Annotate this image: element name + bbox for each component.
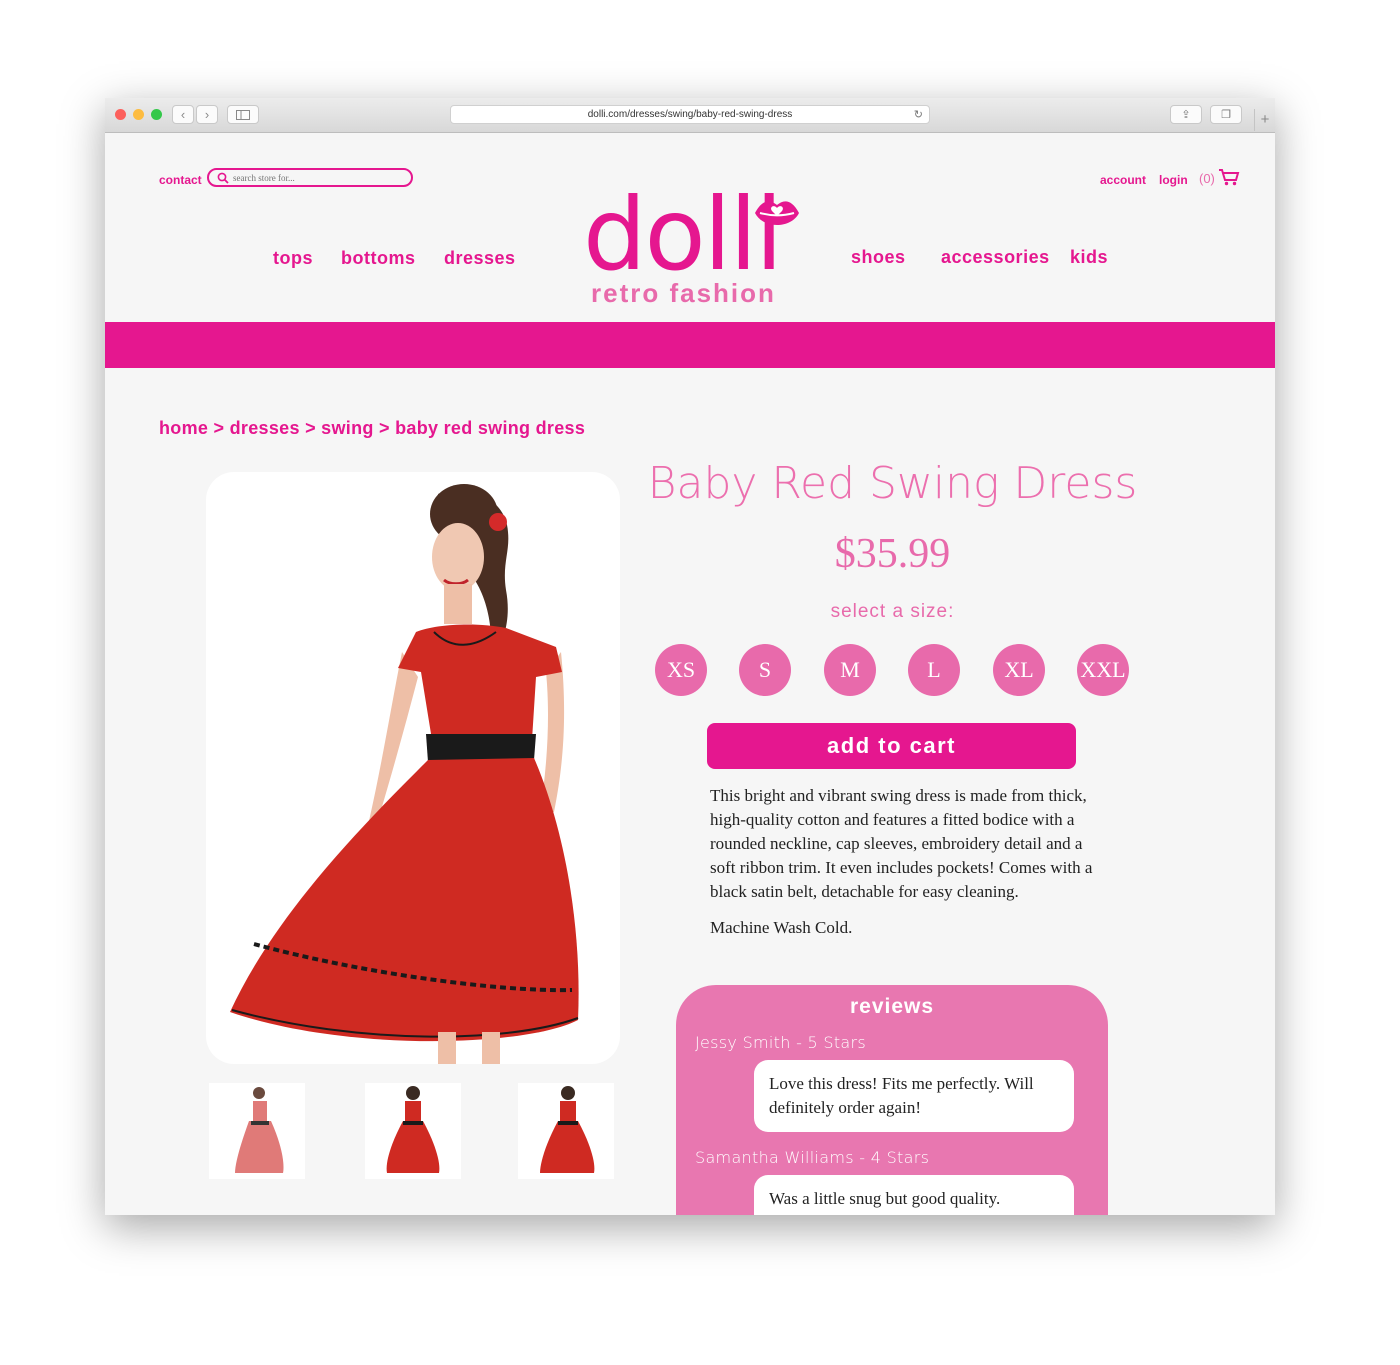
dress-thumbnail-icon — [540, 1086, 595, 1173]
nav-accessories[interactable]: accessories — [941, 247, 1050, 268]
product-title: Baby Red Swing Dress — [647, 458, 1138, 509]
size-label: select a size: — [830, 601, 955, 622]
browser-toolbar: ‹ › dolli.com/dresses/swing/baby-red-swi… — [105, 98, 1275, 133]
product-price: $35.99 — [834, 531, 951, 577]
product-main-image[interactable] — [206, 472, 620, 1064]
reviews-title: reviews — [849, 995, 935, 1018]
dress-thumbnail-icon — [386, 1086, 440, 1173]
product-thumbnail-2[interactable] — [365, 1083, 461, 1179]
search-icon — [217, 172, 229, 184]
care-instructions: Machine Wash Cold. — [710, 918, 853, 937]
size-option-xs[interactable]: XS — [655, 644, 707, 696]
lips-logo-icon — [755, 201, 799, 225]
product-thumbnail-1[interactable] — [209, 1083, 305, 1179]
product-description-block: This bright and vibrant swing dress is m… — [710, 784, 1105, 952]
share-icon: ⇪ — [1181, 109, 1191, 121]
cart-icon[interactable] — [1218, 168, 1240, 186]
address-bar[interactable]: dolli.com/dresses/swing/baby-red-swing-d… — [450, 105, 930, 124]
add-to-cart-button[interactable]: add to cart — [707, 723, 1076, 769]
size-option-l[interactable]: L — [908, 644, 960, 696]
reload-icon[interactable]: ↻ — [914, 106, 923, 124]
search-input[interactable] — [233, 170, 403, 185]
breadcrumb[interactable]: home > dresses > swing > baby red swing … — [159, 418, 585, 439]
contact-link[interactable]: contact — [159, 173, 202, 187]
review-text: Love this dress! Fits me perfectly. Will… — [754, 1060, 1074, 1132]
account-link[interactable]: account — [1100, 173, 1146, 187]
plus-icon: + — [1260, 111, 1270, 128]
logo-wordmark[interactable]: dolli — [583, 185, 783, 285]
reviews-panel: reviews Jessy Smith - 5 Stars Love this … — [676, 985, 1108, 1215]
search-box[interactable] — [207, 168, 413, 187]
size-option-s[interactable]: S — [739, 644, 791, 696]
back-button[interactable]: ‹ — [172, 105, 194, 124]
size-option-xl[interactable]: XL — [993, 644, 1045, 696]
size-option-m[interactable]: M — [824, 644, 876, 696]
zoom-window-button[interactable] — [151, 109, 162, 120]
sidebar-toggle-button[interactable] — [227, 105, 259, 124]
chevron-right-icon: › — [204, 107, 210, 122]
minimize-window-button[interactable] — [133, 109, 144, 120]
tabs-icon: ❐ — [1221, 109, 1231, 121]
product-thumbnail-3[interactable] — [518, 1083, 614, 1179]
cart-count[interactable]: (0) — [1199, 171, 1215, 186]
dress-model-illustration — [230, 484, 579, 1064]
size-option-xxl[interactable]: XXL — [1077, 644, 1129, 696]
nav-tops[interactable]: tops — [273, 248, 313, 269]
new-tab-button[interactable]: + — [1254, 109, 1275, 131]
sidebar-icon — [236, 110, 250, 120]
login-link[interactable]: login — [1159, 173, 1188, 187]
nav-shoes[interactable]: shoes — [851, 247, 906, 268]
nav-bottoms[interactable]: bottoms — [341, 248, 416, 269]
dress-thumbnail-icon — [235, 1087, 284, 1173]
url-text: dolli.com/dresses/swing/baby-red-swing-d… — [587, 109, 793, 120]
browser-window: ‹ › dolli.com/dresses/swing/baby-red-swi… — [105, 98, 1275, 1215]
review-author: Samantha Williams - 4 Stars — [695, 1148, 930, 1167]
product-description: This bright and vibrant swing dress is m… — [710, 786, 1093, 901]
nav-kids[interactable]: kids — [1070, 247, 1108, 268]
close-window-button[interactable] — [115, 109, 126, 120]
nav-dresses[interactable]: dresses — [444, 248, 516, 269]
review-text: Was a little snug but good quality. — [754, 1175, 1074, 1215]
forward-button[interactable]: › — [196, 105, 218, 124]
header-band — [105, 322, 1275, 368]
share-button[interactable]: ⇪ — [1170, 105, 1202, 124]
review-author: Jessy Smith - 5 Stars — [695, 1033, 867, 1052]
tabs-button[interactable]: ❐ — [1210, 105, 1242, 124]
logo-tagline: retro fashion — [591, 278, 776, 308]
chevron-left-icon: ‹ — [180, 107, 186, 122]
